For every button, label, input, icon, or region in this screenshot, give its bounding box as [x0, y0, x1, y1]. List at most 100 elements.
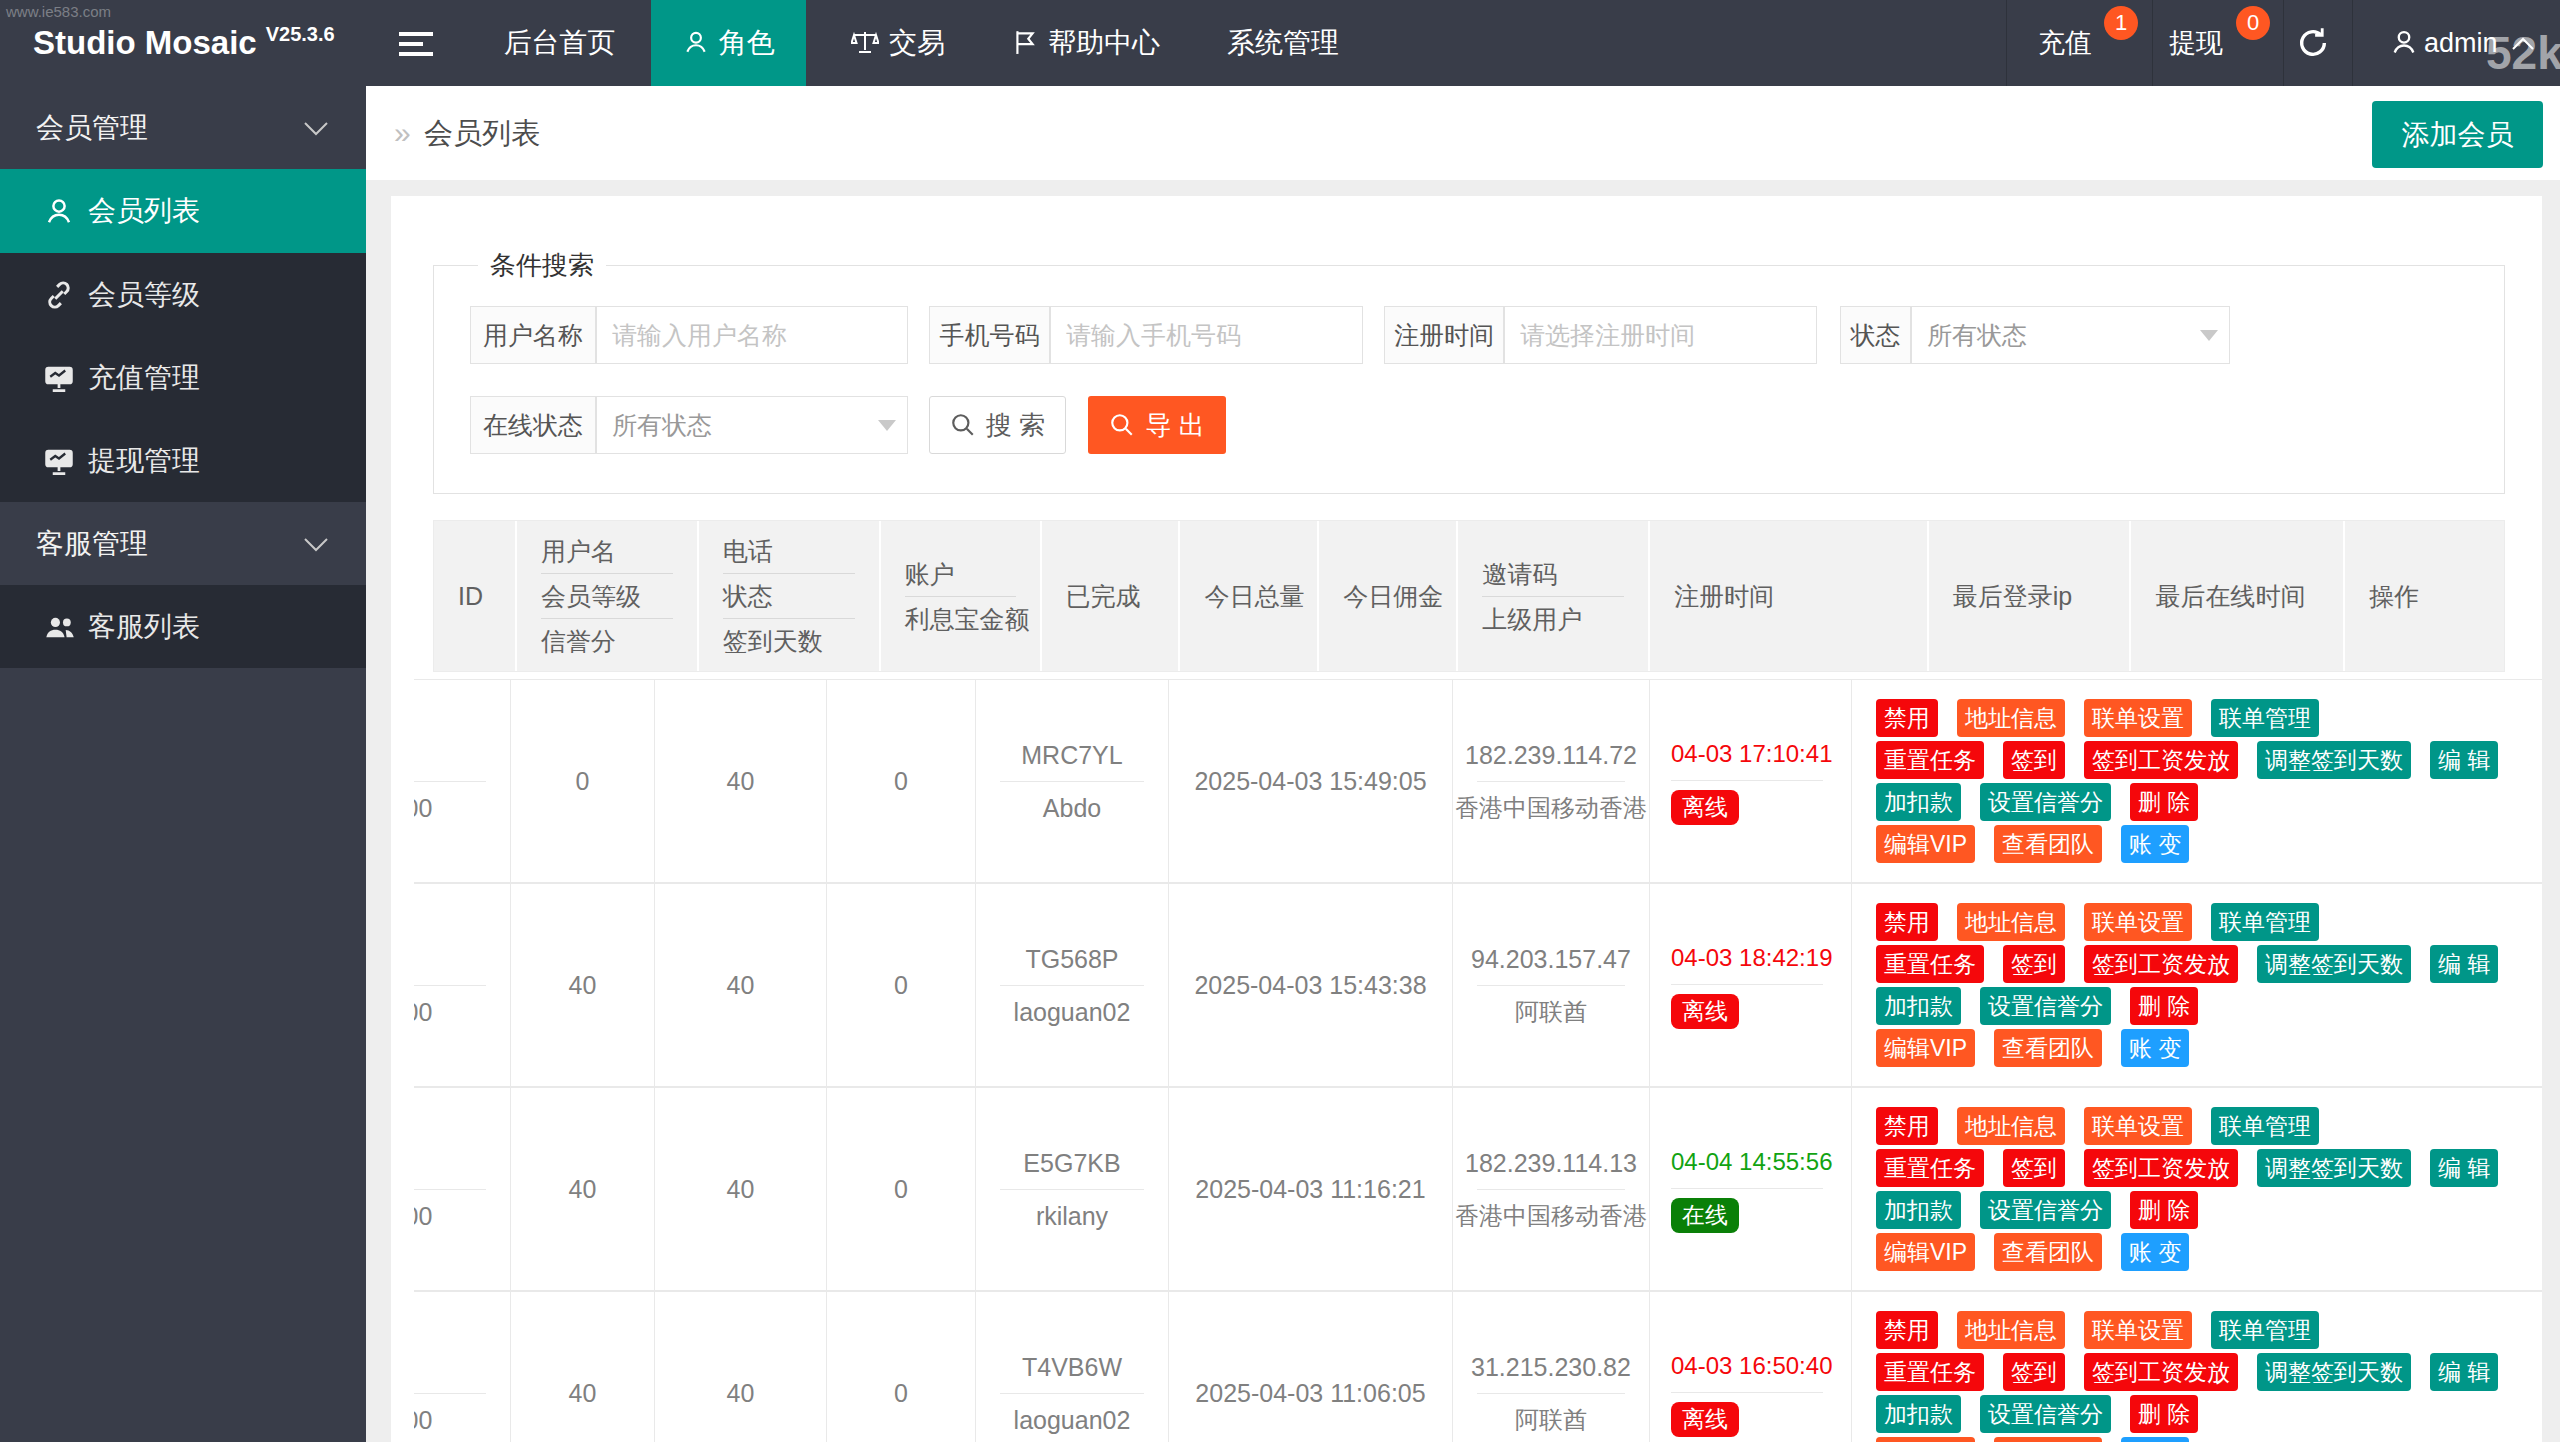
nav-help-center[interactable]: 帮助中心 — [990, 0, 1182, 86]
action-button[interactable]: 调整签到天数 — [2257, 1149, 2411, 1187]
action-button[interactable]: 联单管理 — [2211, 1107, 2319, 1145]
action-button[interactable]: 设置信誉分 — [1980, 783, 2111, 821]
action-button[interactable]: 查看团队 — [1994, 1029, 2102, 1067]
action-button[interactable]: 签到 — [2003, 1149, 2065, 1187]
menu-toggle-icon[interactable] — [399, 30, 433, 58]
action-button[interactable]: 账 变 — [2121, 1437, 2189, 1442]
col-completed: 已完成 — [1042, 521, 1181, 671]
action-button[interactable]: 禁用 — [1876, 1311, 1938, 1349]
action-button[interactable]: 联单管理 — [2211, 699, 2319, 737]
action-button[interactable]: 调整签到天数 — [2257, 1353, 2411, 1391]
action-button[interactable]: 删 除 — [2130, 1191, 2198, 1229]
action-button[interactable]: 联单设置 — [2084, 1107, 2192, 1145]
action-button[interactable]: 签到工资发放 — [2084, 741, 2238, 779]
action-button[interactable]: 查看团队 — [1994, 1437, 2102, 1442]
action-button[interactable]: 重置任务 — [1876, 741, 1984, 779]
action-button[interactable]: 地址信息 — [1957, 903, 2065, 941]
action-button[interactable]: 加扣款 — [1876, 987, 1961, 1025]
action-button[interactable]: 重置任务 — [1876, 945, 1984, 983]
action-button[interactable]: 编辑VIP — [1876, 1233, 1975, 1271]
sidebar-group-service[interactable]: 客服管理 — [0, 502, 366, 585]
action-button[interactable]: 签到 — [2003, 741, 2065, 779]
action-button[interactable]: 账 变 — [2121, 1029, 2189, 1067]
action-button[interactable]: 重置任务 — [1876, 1353, 1984, 1391]
action-button[interactable]: 联单设置 — [2084, 699, 2192, 737]
col-last-ip: 最后登录ip — [1929, 521, 2132, 671]
action-button[interactable]: 禁用 — [1876, 1107, 1938, 1145]
action-button[interactable]: 签到 — [2003, 945, 2065, 983]
action-button[interactable]: 设置信誉分 — [1980, 987, 2111, 1025]
recharge-badge: 1 — [2104, 6, 2138, 40]
action-button[interactable]: 加扣款 — [1876, 783, 1961, 821]
nav-dashboard[interactable]: 后台首页 — [468, 0, 651, 86]
action-button[interactable]: 签到 — [2003, 1353, 2065, 1391]
action-button[interactable]: 删 除 — [2130, 987, 2198, 1025]
action-button[interactable]: 删 除 — [2130, 1395, 2198, 1433]
action-button[interactable]: 账 变 — [2121, 825, 2189, 863]
nav-role[interactable]: 角色 — [651, 0, 806, 86]
sidebar-item-withdraw-mgmt[interactable]: 提现管理 — [0, 419, 366, 502]
col-last-online: 最后在线时间 — [2131, 521, 2345, 671]
action-button[interactable]: 联单管理 — [2211, 1311, 2319, 1349]
status-badge: 离线 — [1671, 790, 1739, 825]
action-button[interactable]: 禁用 — [1876, 699, 1938, 737]
cell-account: 00 — [414, 680, 511, 882]
status-select[interactable]: 所有状态 — [1911, 306, 2230, 364]
nav-system[interactable]: 系统管理 — [1182, 0, 1384, 86]
watermark-corner: 52k1 — [2486, 26, 2560, 80]
user-avatar-icon[interactable] — [2390, 28, 2418, 56]
cell-today-total: 40 — [655, 1292, 827, 1442]
action-button[interactable]: 加扣款 — [1876, 1395, 1961, 1433]
action-button[interactable]: 签到工资发放 — [2084, 945, 2238, 983]
action-button[interactable]: 编 辑 — [2430, 1353, 2498, 1391]
online-status-select[interactable]: 所有状态 — [596, 396, 908, 454]
phone-input[interactable]: 请输入手机号码 — [1050, 306, 1363, 364]
col-id: ID — [434, 521, 517, 671]
action-button[interactable]: 编 辑 — [2430, 741, 2498, 779]
sidebar-group-member[interactable]: 会员管理 — [0, 86, 366, 169]
sidebar-item-member-list[interactable]: 会员列表 — [0, 169, 366, 253]
action-button[interactable]: 调整签到天数 — [2257, 945, 2411, 983]
add-member-button[interactable]: 添加会员 — [2372, 101, 2543, 168]
export-button[interactable]: 导 出 — [1088, 396, 1226, 454]
cell-ip: 94.203.157.47阿联酋 — [1453, 884, 1650, 1086]
action-button[interactable]: 签到工资发放 — [2084, 1353, 2238, 1391]
action-button[interactable]: 加扣款 — [1876, 1191, 1961, 1229]
action-button[interactable]: 编 辑 — [2430, 945, 2498, 983]
nav-trade[interactable]: 交易 — [806, 0, 990, 86]
username-input[interactable]: 请输入用户名称 — [596, 306, 908, 364]
field-online-status-label: 在线状态 — [470, 396, 596, 454]
cell-last-online: 04-03 18:42:19离线 — [1650, 884, 1852, 1086]
action-button[interactable]: 删 除 — [2130, 783, 2198, 821]
refresh-icon[interactable] — [2296, 26, 2330, 60]
action-button[interactable]: 地址信息 — [1957, 699, 2065, 737]
action-button[interactable]: 联单管理 — [2211, 903, 2319, 941]
action-button[interactable]: 联单设置 — [2084, 1311, 2192, 1349]
action-button[interactable]: 查看团队 — [1994, 1233, 2102, 1271]
action-button[interactable]: 编 辑 — [2430, 1149, 2498, 1187]
action-button[interactable]: 调整签到天数 — [2257, 741, 2411, 779]
withdraw-menu[interactable]: 提现 — [2152, 0, 2240, 86]
regtime-input[interactable]: 请选择注册时间 — [1504, 306, 1817, 364]
link-icon — [44, 280, 74, 310]
action-button[interactable]: 设置信誉分 — [1980, 1191, 2111, 1229]
action-button[interactable]: 地址信息 — [1957, 1107, 2065, 1145]
action-button[interactable]: 账 变 — [2121, 1233, 2189, 1271]
search-legend: 条件搜索 — [478, 248, 606, 283]
action-button[interactable]: 设置信誉分 — [1980, 1395, 2111, 1433]
search-button[interactable]: 搜 索 — [929, 396, 1066, 454]
app-logo-text: Studio Mosaic — [33, 24, 257, 61]
action-button[interactable]: 签到工资发放 — [2084, 1149, 2238, 1187]
action-button[interactable]: 编辑VIP — [1876, 1029, 1975, 1067]
sidebar-item-service-list[interactable]: 客服列表 — [0, 585, 366, 668]
breadcrumb-separator: » — [394, 86, 411, 180]
action-button[interactable]: 编辑VIP — [1876, 1437, 1975, 1442]
action-button[interactable]: 联单设置 — [2084, 903, 2192, 941]
sidebar-item-member-level[interactable]: 会员等级 — [0, 253, 366, 336]
action-button[interactable]: 禁用 — [1876, 903, 1938, 941]
action-button[interactable]: 重置任务 — [1876, 1149, 1984, 1187]
action-button[interactable]: 编辑VIP — [1876, 825, 1975, 863]
action-button[interactable]: 查看团队 — [1994, 825, 2102, 863]
action-button[interactable]: 地址信息 — [1957, 1311, 2065, 1349]
sidebar-item-recharge-mgmt[interactable]: 充值管理 — [0, 336, 366, 419]
